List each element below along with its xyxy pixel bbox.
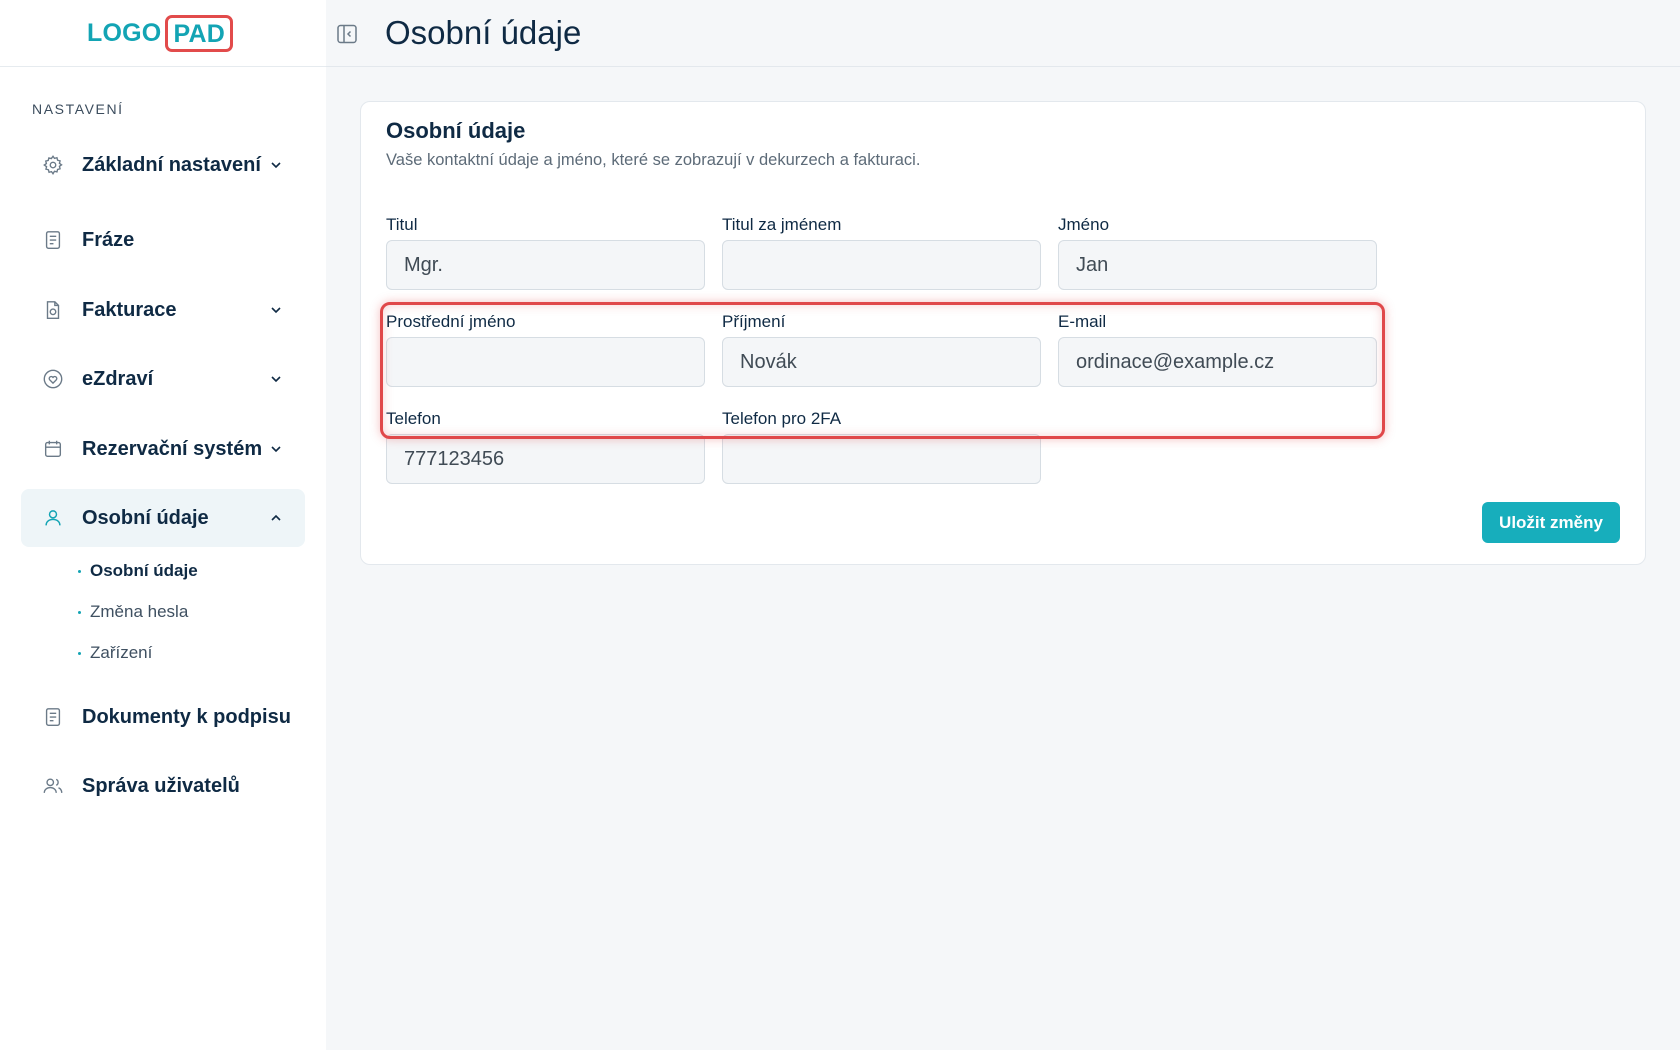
- chevron-up-icon: [271, 514, 281, 521]
- bullet-dot: [78, 610, 81, 614]
- sidebar-section-label: NASTAVENÍ: [32, 101, 124, 117]
- sidebar-item-label: Osobní údaje: [82, 506, 209, 529]
- bullet-dot: [78, 569, 81, 573]
- sidebar-item-label: Dokumenty k podpisu: [82, 705, 291, 728]
- bullet-dot: [78, 651, 81, 655]
- calendar-icon: [42, 438, 64, 460]
- sidebar-item-label: Fakturace: [82, 298, 177, 321]
- logo-bar: LOGO PAD: [0, 0, 326, 67]
- jmeno-input[interactable]: [1058, 240, 1377, 290]
- chevron-down-icon: [271, 162, 281, 169]
- chevron-down-icon: [271, 446, 281, 453]
- titul-label: Titul: [386, 215, 418, 234]
- top-header: Osobní údaje: [326, 0, 1680, 67]
- sidebar-item-label: Správa uživatelů: [82, 774, 240, 797]
- sidebar-item-label: Základní nastavení: [82, 153, 261, 176]
- card-title: Osobní údaje: [386, 118, 526, 143]
- personal-info-card: Osobní údaje Vaše kontaktní údaje a jmén…: [360, 101, 1646, 565]
- telefon-2fa-label: Telefon pro 2FA: [722, 409, 842, 428]
- subitem-label: Zařízení: [90, 643, 153, 662]
- prostredni-jmeno-input[interactable]: [386, 337, 705, 387]
- sidebar-subitem-zarizeni[interactable]: Zařízení: [78, 643, 152, 663]
- titul-za-jmenem-input[interactable]: [722, 240, 1041, 290]
- sidebar-item-fraze[interactable]: Fráze: [21, 211, 305, 269]
- user-icon: [42, 507, 64, 529]
- logo[interactable]: LOGO PAD: [87, 14, 233, 52]
- sidebar-subitem-osobni-udaje[interactable]: Osobní údaje: [78, 561, 198, 581]
- telefon-label: Telefon: [386, 409, 441, 428]
- sidebar-item-rezervacni-system[interactable]: Rezervační systém: [21, 420, 305, 478]
- users-icon: [42, 775, 64, 797]
- email-label: E-mail: [1058, 312, 1107, 331]
- chevron-down-icon: [271, 376, 281, 383]
- sidebar-item-zakladni-nastaveni[interactable]: Základní nastavení: [21, 136, 305, 194]
- chevron-down-icon: [271, 307, 281, 314]
- document-icon: [42, 706, 64, 728]
- sidebar: LOGO PAD NASTAVENÍ Základní nastavení Fr…: [0, 0, 326, 1050]
- sidebar-item-dokumenty-k-podpisu[interactable]: Dokumenty k podpisu: [21, 688, 305, 746]
- telefon-input[interactable]: [386, 434, 705, 484]
- save-changes-button[interactable]: Uložit změny: [1482, 502, 1620, 543]
- logo-text-logo: LOGO: [87, 18, 162, 47]
- document-icon: [42, 229, 64, 251]
- subitem-label: Osobní údaje: [90, 561, 198, 580]
- sidebar-item-label: Fráze: [82, 228, 135, 251]
- gear-icon: [42, 154, 64, 176]
- sidebar-item-label: eZdraví: [82, 367, 154, 390]
- page-title: Osobní údaje: [385, 14, 582, 51]
- sidebar-item-fakturace[interactable]: Fakturace: [21, 281, 305, 339]
- card-description: Vaše kontaktní údaje a jméno, které se z…: [386, 151, 921, 169]
- email-input[interactable]: [1058, 337, 1377, 387]
- prijmeni-input[interactable]: [722, 337, 1041, 387]
- sidebar-item-sprava-uzivatelu[interactable]: Správa uživatelů: [21, 757, 305, 815]
- sidebar-subitem-zmena-hesla[interactable]: Změna hesla: [78, 602, 188, 622]
- titul-input[interactable]: [386, 240, 705, 290]
- logo-text-pad: PAD: [165, 14, 233, 52]
- invoice-icon: [42, 299, 64, 321]
- titul-za-jmenem-label: Titul za jménem: [722, 215, 842, 234]
- subitem-label: Změna hesla: [90, 602, 189, 621]
- heart-icon: [42, 368, 64, 390]
- prijmeni-label: Příjmení: [722, 312, 786, 331]
- sidebar-item-osobni-udaje[interactable]: Osobní údaje: [21, 489, 305, 547]
- jmeno-label: Jméno: [1058, 215, 1110, 234]
- sidebar-item-label: Rezervační systém: [82, 437, 263, 460]
- sidebar-collapse-icon[interactable]: [336, 23, 358, 45]
- telefon-2fa-input[interactable]: [722, 434, 1041, 484]
- sidebar-item-ezdravi[interactable]: eZdraví: [21, 350, 305, 408]
- prostredni-jmeno-label: Prostřední jméno: [386, 312, 516, 331]
